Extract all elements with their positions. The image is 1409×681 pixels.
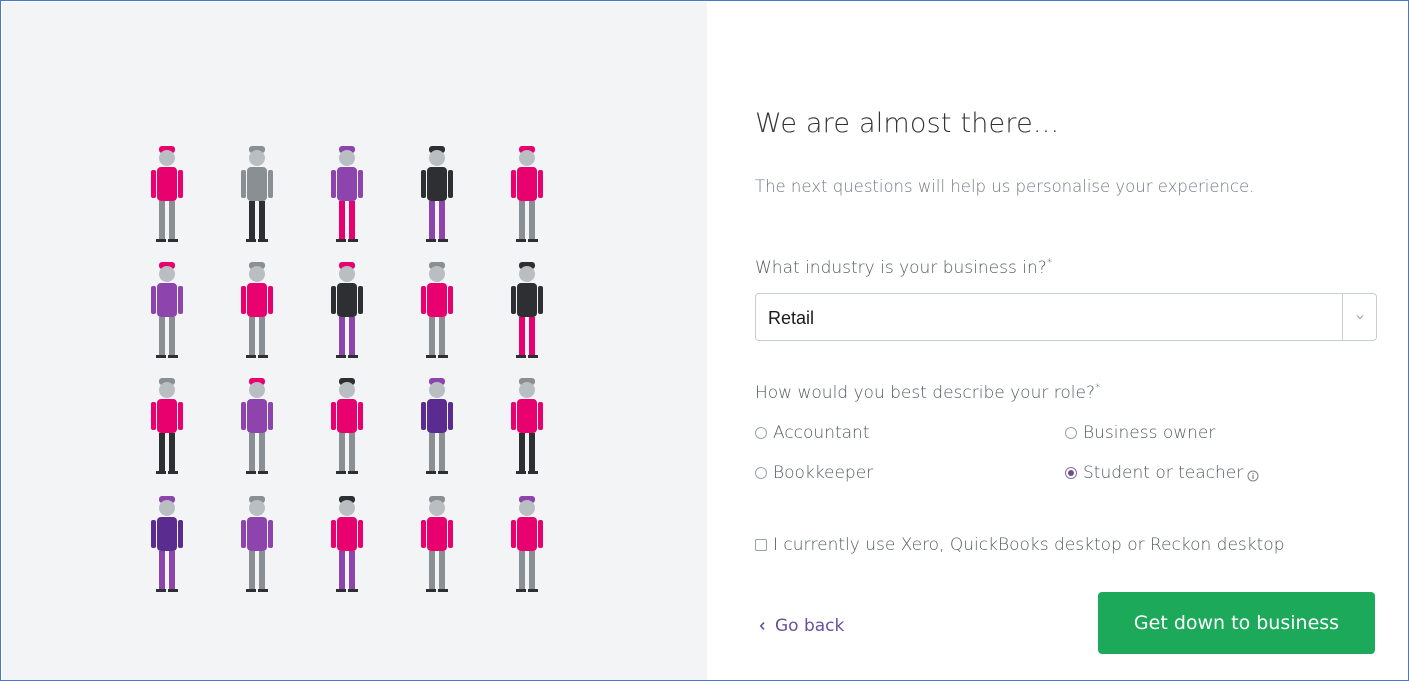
role-option-business-owner[interactable]: Business owner <box>1065 421 1215 445</box>
radio-button[interactable] <box>755 467 767 479</box>
person-icon <box>151 146 183 242</box>
role-option-student-or-teacher[interactable]: Student or teacher <box>1065 461 1259 485</box>
chevron-down-icon <box>1356 315 1364 320</box>
person-figure <box>402 140 472 250</box>
person-figure <box>132 490 202 600</box>
signup-window: We are almost there... The next question… <box>0 0 1409 681</box>
existing-software-checkbox[interactable] <box>755 539 767 551</box>
role-question-label: How would you best describe your role?* <box>755 381 1101 403</box>
industry-select-toggle[interactable] <box>1342 294 1376 340</box>
person-icon <box>331 146 363 242</box>
person-figure <box>402 372 472 482</box>
role-option-bookkeeper[interactable]: Bookkeeper <box>755 461 873 485</box>
person-figure <box>132 256 202 366</box>
person-figure <box>492 140 562 250</box>
info-icon[interactable] <box>1247 467 1259 482</box>
person-figure <box>492 372 562 482</box>
radio-button-selected[interactable] <box>1065 467 1077 479</box>
person-icon <box>421 262 453 358</box>
existing-software-checkbox-row[interactable]: I currently use Xero, QuickBooks desktop… <box>755 533 1285 557</box>
person-icon <box>511 378 543 474</box>
person-icon <box>331 496 363 592</box>
page-title: We are almost there... <box>755 108 1060 139</box>
person-figure <box>312 140 382 250</box>
go-back-link[interactable]: Go back <box>759 613 844 639</box>
get-down-to-business-button[interactable]: Get down to business <box>1098 592 1375 654</box>
person-figure <box>222 372 292 482</box>
person-figure <box>402 490 472 600</box>
person-figure <box>402 256 472 366</box>
person-icon <box>241 262 273 358</box>
person-figure <box>222 256 292 366</box>
person-icon <box>151 496 183 592</box>
go-back-label: Go back <box>775 616 845 636</box>
person-icon <box>151 262 183 358</box>
existing-software-label: I currently use Xero, QuickBooks desktop… <box>773 535 1285 555</box>
person-icon <box>511 262 543 358</box>
person-icon <box>241 146 273 242</box>
person-icon <box>331 262 363 358</box>
person-icon <box>511 146 543 242</box>
radio-button[interactable] <box>755 427 767 439</box>
person-icon <box>331 378 363 474</box>
person-figure <box>312 372 382 482</box>
person-icon <box>421 496 453 592</box>
industry-select[interactable]: Retail <box>755 293 1377 341</box>
illustration-panel <box>2 2 707 680</box>
required-marker: * <box>1046 256 1053 269</box>
person-figure <box>492 256 562 366</box>
person-icon <box>151 378 183 474</box>
person-icon <box>241 378 273 474</box>
person-figure <box>312 256 382 366</box>
industry-select-value: Retail <box>768 308 815 328</box>
role-option-label: Bookkeeper <box>773 463 874 483</box>
people-illustration <box>132 140 582 600</box>
person-icon <box>511 496 543 592</box>
person-figure <box>492 490 562 600</box>
chevron-left-icon <box>759 616 766 636</box>
role-option-label: Student or teacher <box>1083 463 1244 483</box>
radio-button[interactable] <box>1065 427 1077 439</box>
person-icon <box>421 146 453 242</box>
required-marker: * <box>1094 381 1101 394</box>
onboarding-form: We are almost there... The next question… <box>707 2 1408 680</box>
person-figure <box>132 140 202 250</box>
person-figure <box>132 372 202 482</box>
person-figure <box>222 140 292 250</box>
industry-question-label: What industry is your business in?* <box>755 256 1053 278</box>
person-figure <box>222 490 292 600</box>
person-icon <box>241 496 273 592</box>
person-figure <box>312 490 382 600</box>
role-option-accountant[interactable]: Accountant <box>755 421 870 445</box>
person-icon <box>421 378 453 474</box>
role-option-label: Business owner <box>1083 423 1216 443</box>
page-subtitle: The next questions will help us personal… <box>755 177 1255 196</box>
role-option-label: Accountant <box>773 423 870 443</box>
